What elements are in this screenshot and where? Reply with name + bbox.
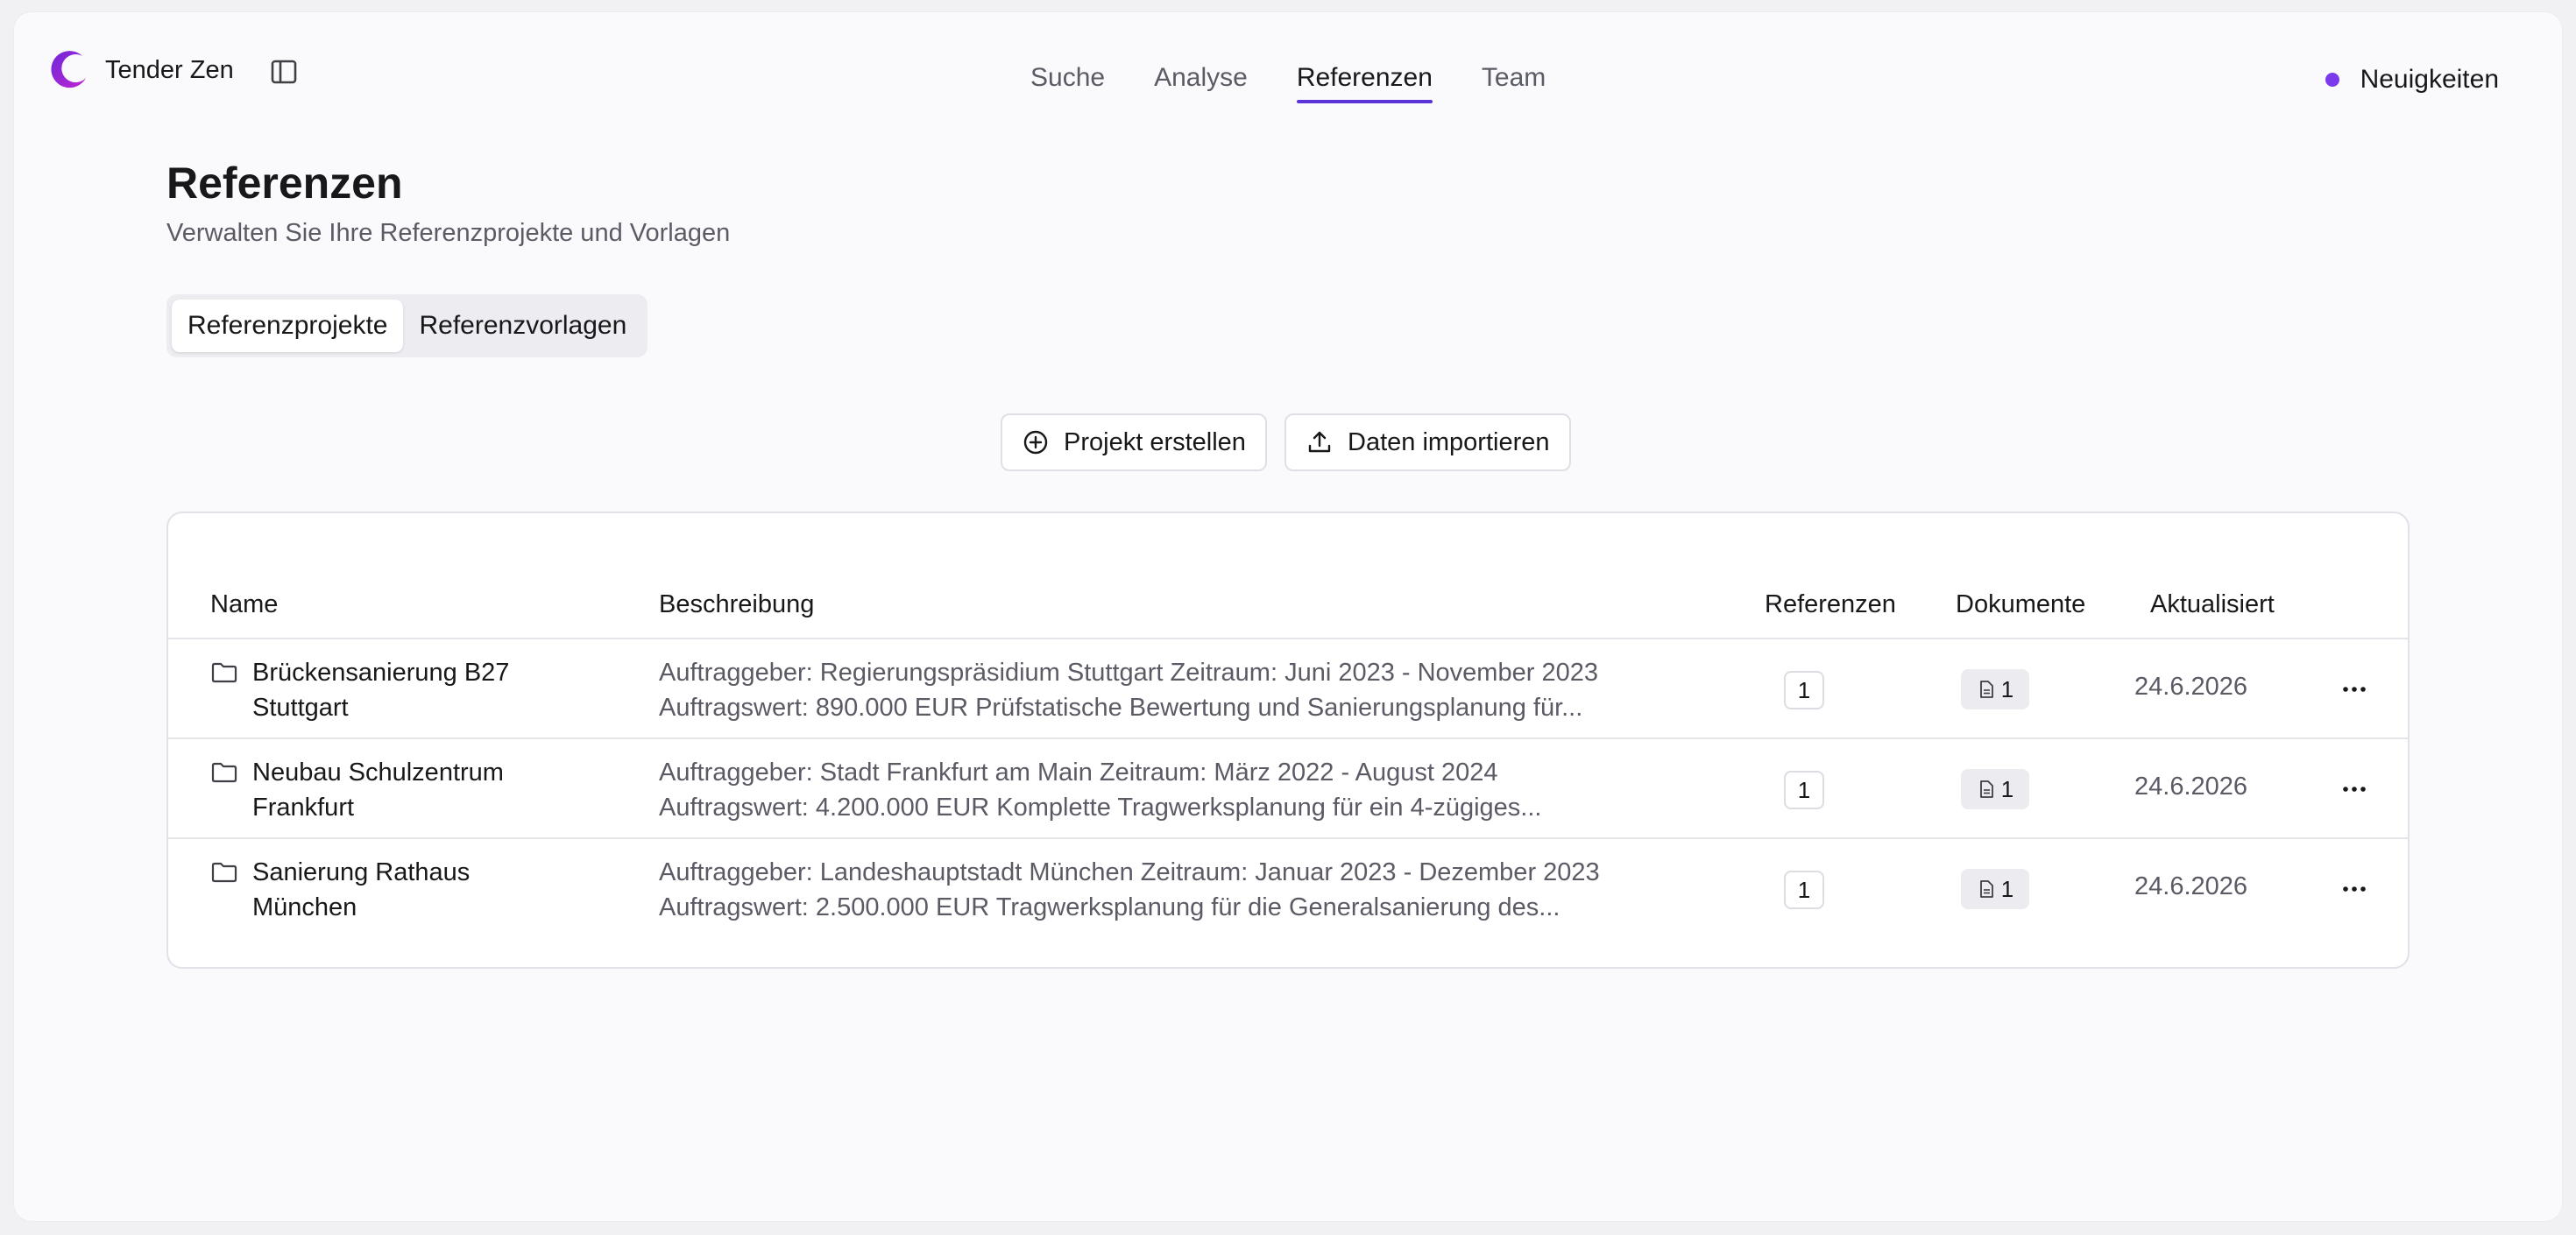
upload-icon — [1308, 431, 1331, 453]
documents-count: 1 — [2000, 775, 2014, 802]
folder-icon — [211, 862, 237, 883]
page-title: Referenzen — [166, 159, 403, 208]
column-header-description[interactable]: Beschreibung — [659, 590, 814, 619]
project-name[interactable]: Neubau Schulzentrum Frankfurt — [252, 755, 568, 825]
tab-referenzvorlagen[interactable]: Referenzvorlagen — [403, 300, 642, 352]
project-name[interactable]: Brückensanierung B27 Stuttgart — [252, 655, 568, 725]
column-header-updated[interactable]: Aktualisiert — [2150, 590, 2275, 619]
documents-count-badge: 1 — [1961, 769, 2029, 809]
references-count-badge: 1 — [1784, 771, 1824, 809]
documents-count-badge: 1 — [1961, 669, 2029, 709]
references-count-badge: 1 — [1784, 671, 1824, 709]
document-icon — [1979, 880, 1993, 898]
updated-date: 24.6.2026 — [2134, 673, 2248, 701]
documents-count-badge: 1 — [1961, 869, 2029, 909]
crescent-logo-icon — [51, 51, 86, 88]
updated-date: 24.6.2026 — [2134, 773, 2248, 801]
column-header-name[interactable]: Name — [210, 590, 278, 619]
nav-referenzen[interactable]: Referenzen — [1296, 63, 1433, 103]
page-subtitle: Verwalten Sie Ihre Referenzprojekte und … — [166, 219, 731, 247]
main-nav: Suche Analyse Referenzen Team — [1030, 63, 1595, 103]
updated-date: 24.6.2026 — [2134, 872, 2248, 900]
project-name[interactable]: Sanierung Rathaus München — [252, 855, 568, 925]
ellipsis-icon[interactable] — [2339, 674, 2369, 704]
document-icon — [1979, 780, 1993, 798]
documents-count: 1 — [2000, 875, 2014, 902]
create-project-button[interactable]: Projekt erstellen — [1001, 413, 1267, 471]
app-window: Tender Zen Suche Analyse Referenzen Team… — [14, 12, 2562, 1221]
table-row[interactable]: Neubau Schulzentrum Frankfurt Auftraggeb… — [168, 739, 2408, 839]
nav-suche[interactable]: Suche — [1030, 63, 1105, 103]
tab-bar: Referenzprojekte Referenzvorlagen — [166, 294, 648, 357]
plus-circle-icon — [1023, 430, 1048, 455]
nav-analyse[interactable]: Analyse — [1154, 63, 1248, 103]
column-header-references[interactable]: Referenzen — [1765, 590, 1896, 619]
project-description: Auftraggeber: Stadt Frankfurt am Main Ze… — [659, 759, 1542, 822]
news-link[interactable]: Neuigkeiten — [2325, 65, 2499, 95]
project-description: Auftraggeber: Regierungspräsidium Stuttg… — [659, 659, 1598, 722]
folder-icon — [211, 762, 237, 783]
import-data-button[interactable]: Daten importieren — [1284, 413, 1571, 471]
document-icon — [1979, 681, 1993, 698]
table-row[interactable]: Sanierung Rathaus München Auftraggeber: … — [168, 839, 2408, 939]
projects-table: Name Beschreibung Referenzen Dokumente A… — [166, 512, 2410, 969]
ellipsis-icon[interactable] — [2339, 774, 2369, 804]
ellipsis-icon[interactable] — [2339, 874, 2369, 904]
column-header-documents[interactable]: Dokumente — [1956, 590, 2085, 619]
folder-icon — [211, 662, 237, 683]
brand-name: Tender Zen — [105, 55, 234, 84]
documents-count: 1 — [2000, 675, 2014, 702]
sidebar-toggle-icon[interactable] — [268, 56, 300, 88]
tab-referenzprojekte[interactable]: Referenzprojekte — [172, 300, 404, 352]
import-data-label: Daten importieren — [1348, 427, 1550, 456]
news-dot-icon — [2325, 73, 2339, 87]
brand[interactable]: Tender Zen — [47, 47, 234, 93]
top-bar: Tender Zen Suche Analyse Referenzen Team… — [14, 12, 2562, 126]
nav-team[interactable]: Team — [1482, 63, 1546, 103]
project-description: Auftraggeber: Landeshauptstadt München Z… — [659, 858, 1600, 921]
references-count-badge: 1 — [1784, 871, 1824, 909]
news-label: Neuigkeiten — [2360, 65, 2499, 94]
create-project-label: Projekt erstellen — [1064, 427, 1246, 456]
table-row[interactable]: Brückensanierung B27 Stuttgart Auftragge… — [168, 639, 2408, 739]
